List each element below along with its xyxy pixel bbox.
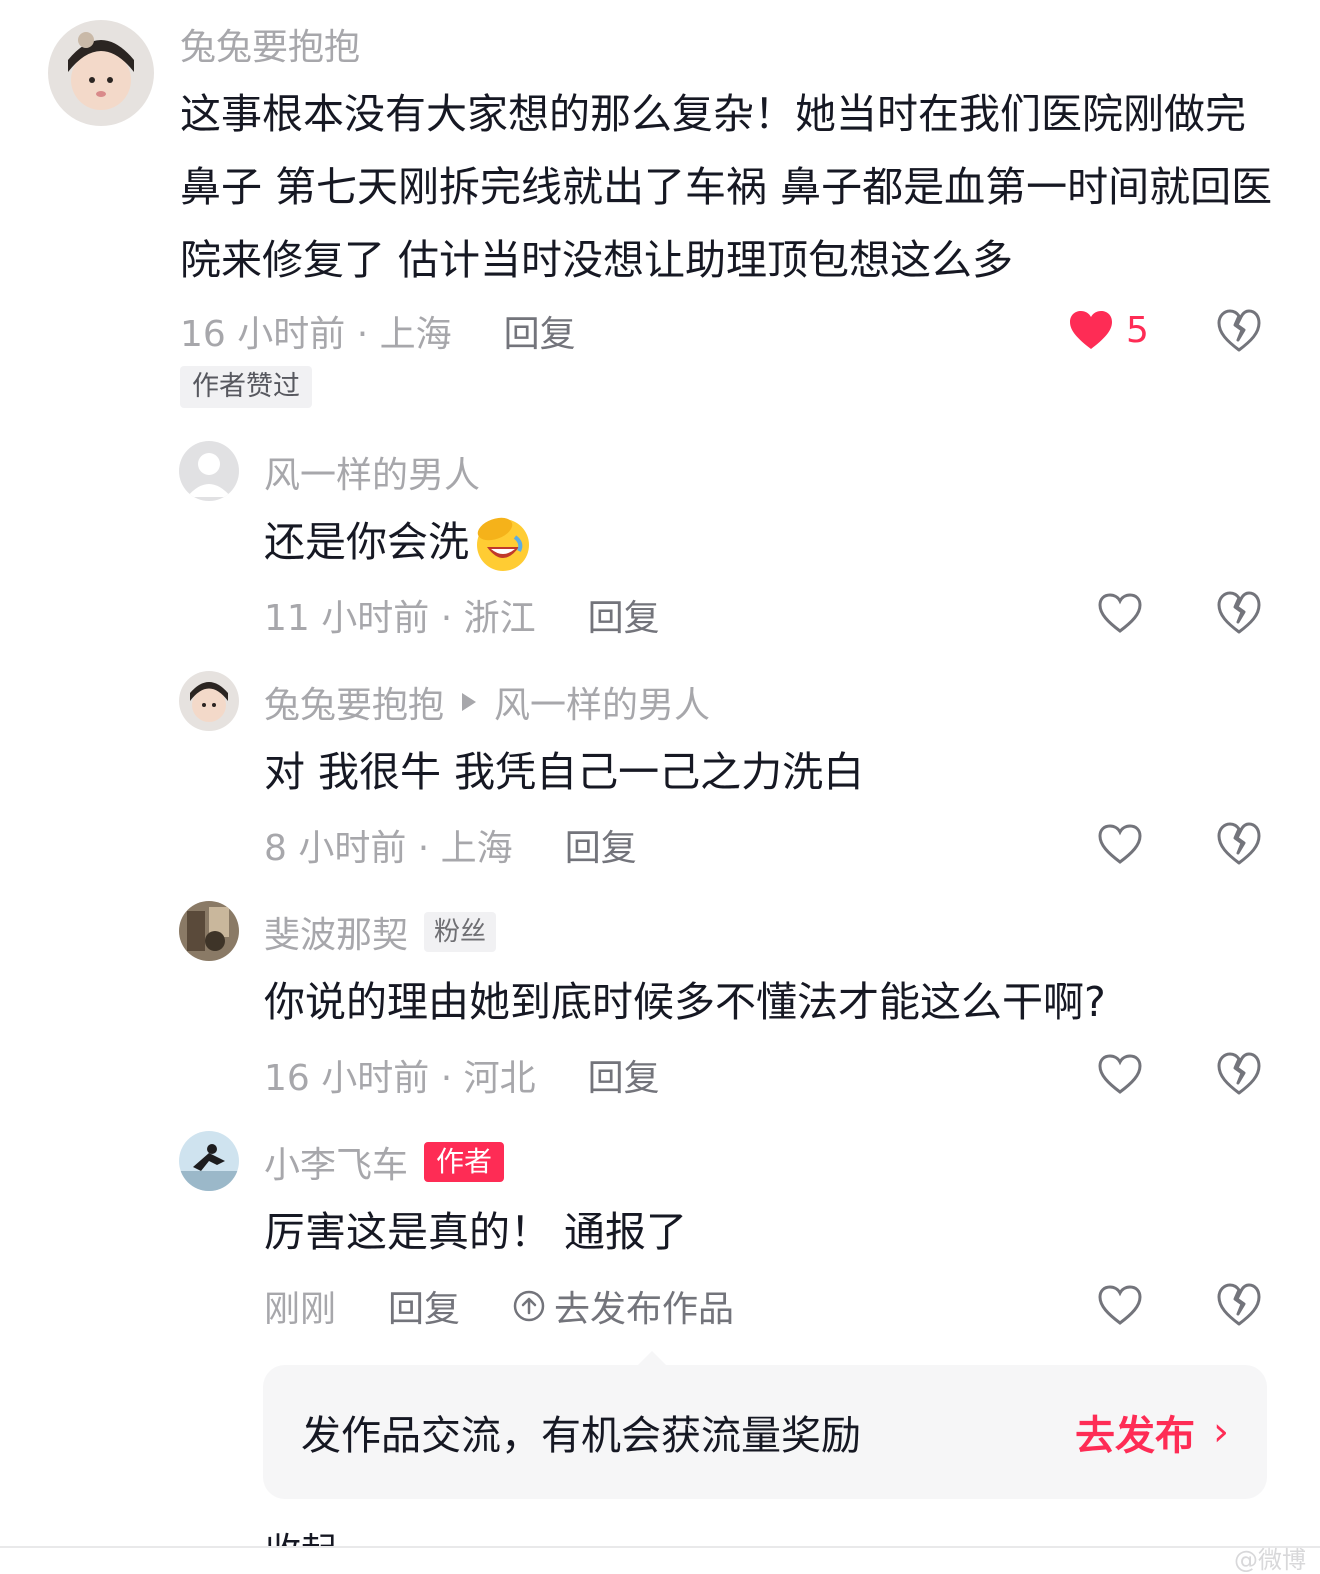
fans-badge: 粉丝 (424, 912, 497, 952)
watermark: @微博 (1234, 1546, 1306, 1574)
reply-time-location: 11 小时前 · 浙江 (264, 598, 536, 639)
reply-button[interactable]: 回复 (504, 305, 576, 357)
publish-work-button[interactable]: 去发布作品 (512, 1280, 734, 1332)
reply-time-location: 8 小时前 · 上海 (264, 828, 513, 869)
reply-text: 你说的理由她到底时候多不懂法才能这么干啊? (264, 978, 1106, 1026)
reply-username[interactable]: 风一样的男人 (264, 448, 480, 496)
comment-time-location: 16 小时前 · 上海 (180, 314, 452, 355)
reply-button[interactable]: 回复 (588, 589, 660, 641)
go-publish-button[interactable]: 去发布 › (1075, 1365, 1229, 1499)
avatar[interactable] (179, 901, 239, 961)
reply-meta: 刚刚 回复 去发布作品 (264, 1282, 734, 1330)
reply-text-row: 还是你会洗 (264, 506, 533, 579)
reply-username[interactable]: 小李飞车 (264, 1136, 408, 1188)
reply-button[interactable]: 回复 (388, 1280, 460, 1332)
reply-header: 斐波那契 粉丝 (264, 906, 497, 958)
heart-outline-icon[interactable] (1097, 1284, 1143, 1326)
reply-meta: 16 小时前 · 河北 回复 (264, 1051, 660, 1099)
reply-arrow-icon (462, 693, 477, 711)
upload-circle-icon (513, 1290, 545, 1322)
heart-outline-icon[interactable] (1097, 1053, 1143, 1095)
divider (0, 1546, 1320, 1548)
reply-time-location: 刚刚 (264, 1289, 337, 1330)
reply-username[interactable]: 兔兔要抱抱 (264, 676, 444, 728)
heart-filled-icon (1070, 311, 1112, 349)
comment-meta: 16 小时前 · 上海 回复 (180, 307, 576, 355)
reply-text: 厉害这是真的！ 通报了 (264, 1208, 688, 1256)
avatar[interactable] (179, 441, 239, 501)
publish-work-label: 去发布作品 (554, 1289, 735, 1330)
reply-header: 小李飞车 作者 (264, 1136, 505, 1188)
avatar[interactable] (48, 20, 154, 126)
reply-text: 还是你会洗 (264, 518, 469, 566)
avatar[interactable] (179, 1131, 239, 1191)
dislike-icon[interactable] (1216, 308, 1262, 354)
reply-meta: 11 小时前 · 浙江 回复 (264, 591, 660, 639)
dislike-icon[interactable] (1216, 590, 1262, 636)
dislike-icon[interactable] (1216, 821, 1262, 867)
reply-button[interactable]: 回复 (588, 1049, 660, 1101)
heart-outline-icon[interactable] (1097, 592, 1143, 634)
like-count: 5 (1126, 309, 1149, 351)
promo-text: 发作品交流，有机会获流量奖励 (301, 1413, 861, 1459)
reply-meta: 8 小时前 · 上海 回复 (264, 821, 637, 869)
reply-time-location: 16 小时前 · 河北 (264, 1058, 536, 1099)
dislike-icon[interactable] (1216, 1051, 1262, 1097)
like-button[interactable]: 5 (1068, 309, 1149, 351)
author-badge: 作者 (424, 1142, 505, 1182)
face-palm-laughing-emoji-icon (477, 517, 529, 571)
reply-text: 对 我很牛 我凭自己一己之力洗白 (264, 748, 865, 796)
reply-header: 兔兔要抱抱 风一样的男人 (264, 678, 710, 726)
chevron-right-icon: › (1213, 1409, 1229, 1455)
comment-thread: 兔兔要抱抱 这事根本没有大家想的那么复杂！她当时在我们医院刚做完鼻子 第七天刚拆… (0, 0, 1320, 1574)
go-publish-label: 去发布 (1075, 1413, 1195, 1459)
avatar[interactable] (179, 671, 239, 731)
heart-outline-icon[interactable] (1097, 823, 1143, 865)
reply-username[interactable]: 斐波那契 (264, 906, 408, 958)
comment-username[interactable]: 兔兔要抱抱 (180, 20, 360, 68)
dislike-icon[interactable] (1216, 1282, 1262, 1328)
collapse-button[interactable]: 收起 (265, 1528, 337, 1546)
reply-to-username[interactable]: 风一样的男人 (494, 676, 710, 728)
comment-text: 这事根本没有大家想的那么复杂！她当时在我们医院刚做完鼻子 第七天刚拆完线就出了车… (180, 90, 1273, 284)
author-liked-badge: 作者赞过 (180, 366, 312, 408)
reply-button[interactable]: 回复 (565, 819, 637, 871)
publish-promo-card[interactable]: 发作品交流，有机会获流量奖励 去发布 › (263, 1351, 1267, 1499)
